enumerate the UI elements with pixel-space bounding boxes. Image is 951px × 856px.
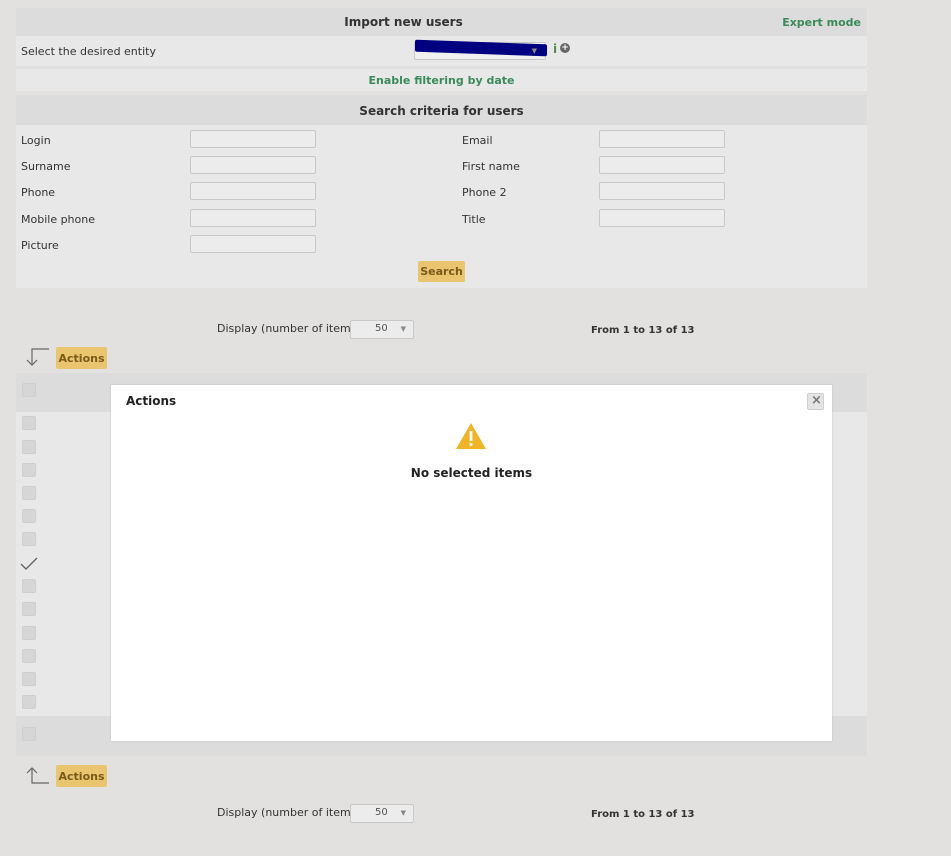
display-select-top[interactable]: 50 ▼ — [350, 320, 414, 339]
expert-mode-link[interactable]: Expert mode — [782, 16, 861, 29]
phone-2-input[interactable] — [599, 182, 725, 200]
row-checkbox[interactable] — [22, 626, 36, 640]
display-select-value: 50 — [375, 323, 388, 334]
row-checkbox[interactable] — [22, 463, 36, 477]
close-button[interactable]: × — [807, 393, 824, 410]
enable-filtering-link[interactable]: Enable filtering by date — [16, 74, 867, 87]
surname-input[interactable] — [190, 156, 316, 174]
dialog-title: Actions — [126, 394, 177, 408]
row-checkbox[interactable] — [22, 695, 36, 709]
corner-up-arrow-icon — [26, 767, 49, 784]
field-label-phone-2: Phone 2 — [462, 186, 507, 199]
row-checkbox[interactable] — [22, 509, 36, 523]
row-checkbox[interactable] — [22, 416, 36, 430]
display-select-value: 50 — [375, 807, 388, 818]
select-all-checkbox[interactable] — [22, 383, 36, 397]
mobile-phone-input[interactable] — [190, 209, 316, 227]
first-name-input[interactable] — [599, 156, 725, 174]
field-label-first-name: First name — [462, 160, 520, 173]
chevron-down-icon: ▼ — [531, 47, 537, 55]
filter-row: Enable filtering by date — [16, 69, 867, 91]
actions-button-bottom[interactable]: Actions — [56, 765, 107, 787]
import-header: Import new users Expert mode — [16, 8, 867, 36]
field-label-picture: Picture — [21, 239, 59, 252]
login-input[interactable] — [190, 130, 316, 148]
row-checkbox[interactable] — [22, 486, 36, 500]
phone-input[interactable] — [190, 182, 316, 200]
actions-dialog: Actions × No selected items — [111, 385, 832, 741]
search-panel: Login Surname Phone Mobile phone Picture… — [16, 125, 867, 288]
import-title: Import new users — [344, 15, 463, 29]
entity-row: Select the desired entity ▼ i + — [16, 36, 867, 66]
field-label-email: Email — [462, 134, 493, 147]
chevron-down-icon: ▼ — [400, 325, 406, 333]
row-checkbox[interactable] — [22, 440, 36, 454]
title-input[interactable] — [599, 209, 725, 227]
row-checkbox[interactable] — [22, 532, 36, 546]
info-icon[interactable]: i — [553, 42, 557, 56]
entity-dropdown[interactable]: ▼ — [414, 39, 547, 60]
range-label-bottom: From 1 to 13 of 13 — [591, 809, 695, 820]
row-checkbox[interactable] — [22, 579, 36, 593]
entity-label: Select the desired entity — [21, 45, 156, 58]
email-input[interactable] — [599, 130, 725, 148]
warning-icon — [456, 423, 486, 449]
chevron-down-icon: ▼ — [400, 809, 406, 817]
display-label-top: Display (number of items) — [217, 322, 361, 335]
search-title: Search criteria for users — [359, 104, 524, 118]
field-label-mobile-phone: Mobile phone — [21, 213, 96, 226]
field-label-title: Title — [462, 213, 486, 226]
search-button[interactable]: Search — [418, 261, 465, 282]
range-label-top: From 1 to 13 of 13 — [591, 325, 695, 336]
actions-button-top[interactable]: Actions — [56, 347, 107, 369]
add-circle-icon[interactable]: + — [560, 43, 570, 53]
display-label-bottom: Display (number of items) — [217, 806, 361, 819]
row-checkbox[interactable] — [22, 672, 36, 686]
row-checkbox[interactable] — [22, 602, 36, 616]
redacted-value — [415, 39, 547, 57]
search-header: Search criteria for users — [16, 95, 867, 125]
select-all-checkbox-footer[interactable] — [22, 727, 36, 741]
picture-input[interactable] — [190, 235, 316, 253]
row-checkbox[interactable] — [22, 649, 36, 663]
dialog-message: No selected items — [410, 466, 533, 480]
close-icon: × — [811, 393, 822, 408]
corner-down-arrow-icon — [26, 348, 49, 366]
checkmark-icon[interactable] — [19, 556, 39, 572]
field-label-surname: Surname — [21, 160, 71, 173]
field-label-phone: Phone — [21, 186, 56, 199]
field-label-login: Login — [21, 134, 51, 147]
display-select-bottom[interactable]: 50 ▼ — [350, 804, 414, 823]
